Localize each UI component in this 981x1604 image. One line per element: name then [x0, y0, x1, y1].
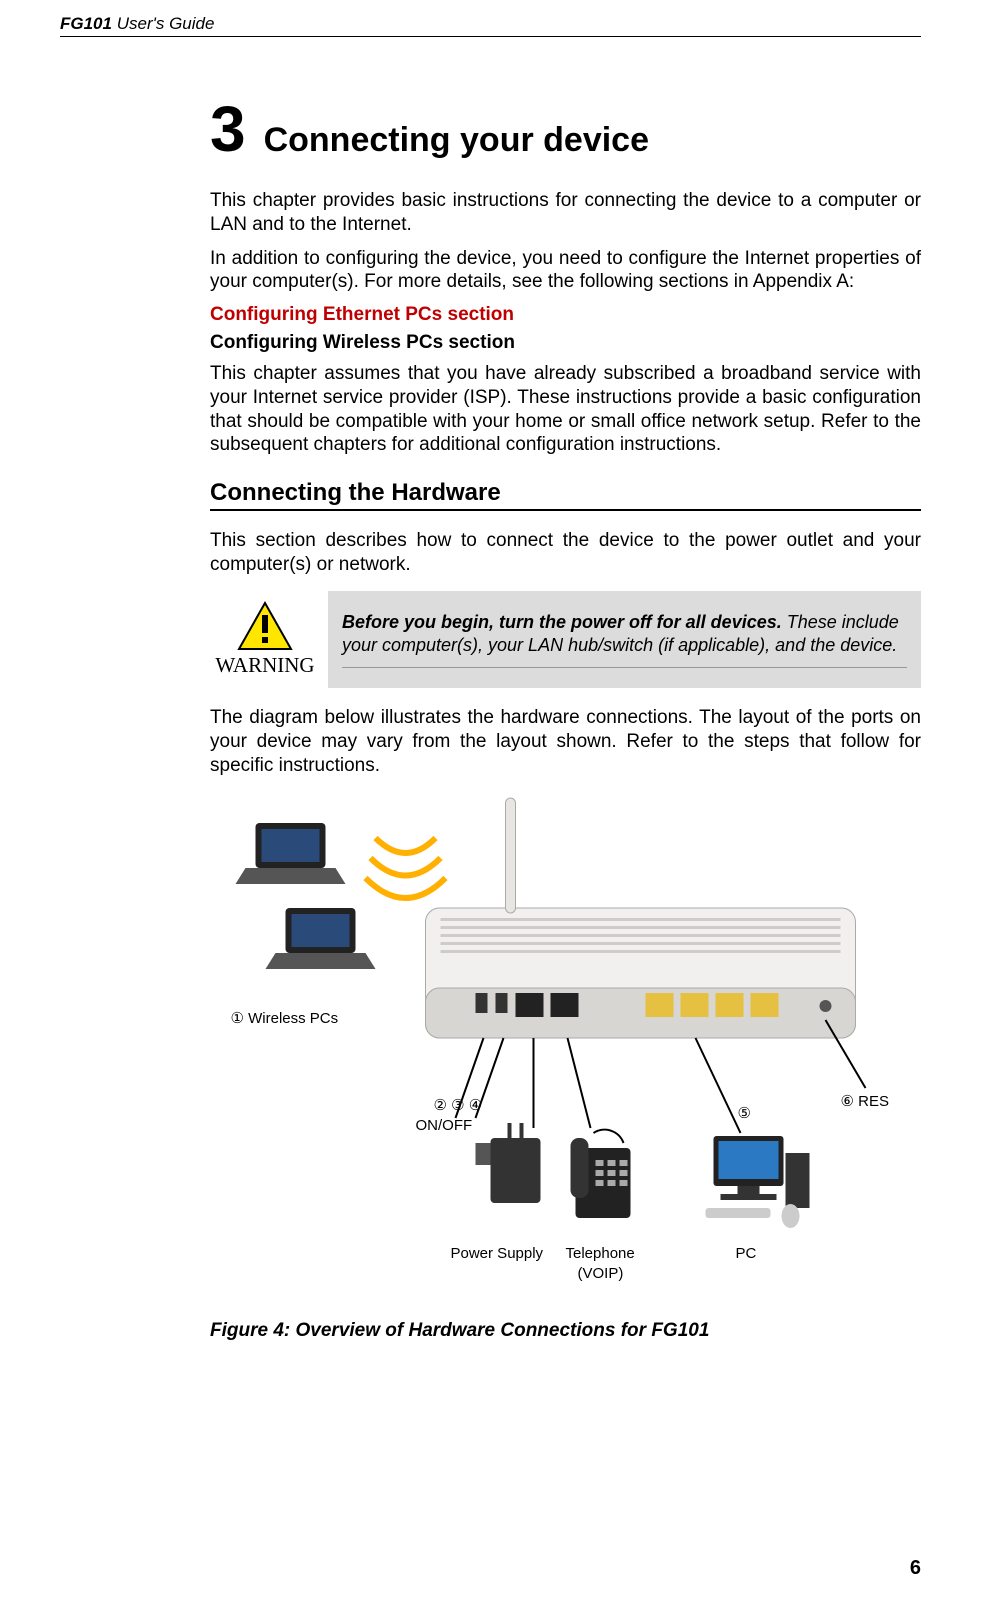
label-res: ⑥ RES: [841, 1093, 889, 1110]
link-ethernet-section[interactable]: Configuring Ethernet PCs section: [210, 304, 921, 326]
chapter-title: Connecting your device: [264, 121, 649, 160]
warning-box: Before you begin, turn the power off for…: [328, 591, 921, 689]
router-icon: [426, 798, 856, 1038]
label-onoff: ON/OFF: [416, 1117, 473, 1134]
label-phone1: Telephone: [566, 1245, 635, 1262]
intro-p2: In addition to configuring the device, y…: [210, 247, 921, 295]
warning-left: WARNING: [210, 591, 328, 689]
figure-caption: Figure 4: Overview of Hardware Connectio…: [210, 1320, 921, 1342]
power-supply-icon: [476, 1123, 541, 1203]
chapter-number: 3: [210, 97, 246, 161]
label-power: Power Supply: [451, 1245, 544, 1262]
pc-icon: [706, 1136, 810, 1228]
wifi-waves-icon: [366, 838, 446, 898]
intro-p1: This chapter provides basic instructions…: [210, 189, 921, 237]
page-header: FG101 User's Guide: [60, 14, 921, 37]
section-p1: This section describes how to connect th…: [210, 529, 921, 577]
label-pc: PC: [736, 1245, 757, 1262]
warning-text-bold: Before you begin, turn the power off for…: [342, 612, 782, 632]
warning-icon: [237, 601, 293, 651]
page-number: 6: [910, 1557, 921, 1580]
chapter-heading: 3 Connecting your device: [210, 97, 921, 161]
telephone-icon: [571, 1129, 631, 1217]
header-product-rest: User's Guide: [112, 14, 214, 33]
label-five: ⑤: [738, 1105, 751, 1122]
intro-p3: This chapter assumes that you have alrea…: [210, 362, 921, 457]
warning-label: WARNING: [215, 653, 314, 678]
link-wireless-section: Configuring Wireless PCs section: [210, 332, 921, 354]
warning-text: Before you begin, turn the power off for…: [342, 611, 907, 669]
label-phone2: (VOIP): [578, 1265, 624, 1282]
header-product-code: FG101: [60, 14, 112, 33]
section-heading-hardware: Connecting the Hardware: [210, 479, 921, 511]
laptop-icon: [266, 908, 376, 969]
header-product: FG101 User's Guide: [60, 14, 214, 34]
laptop-icon: [236, 823, 346, 884]
hardware-diagram: ① Wireless PCs: [210, 788, 921, 1308]
diagram-intro: The diagram below illustrates the hardwa…: [210, 706, 921, 777]
warning-block: WARNING Before you begin, turn the power…: [210, 591, 921, 689]
label-onoff-nums: ② ③ ④: [434, 1097, 483, 1114]
label-wireless: ① Wireless PCs: [231, 1010, 339, 1027]
